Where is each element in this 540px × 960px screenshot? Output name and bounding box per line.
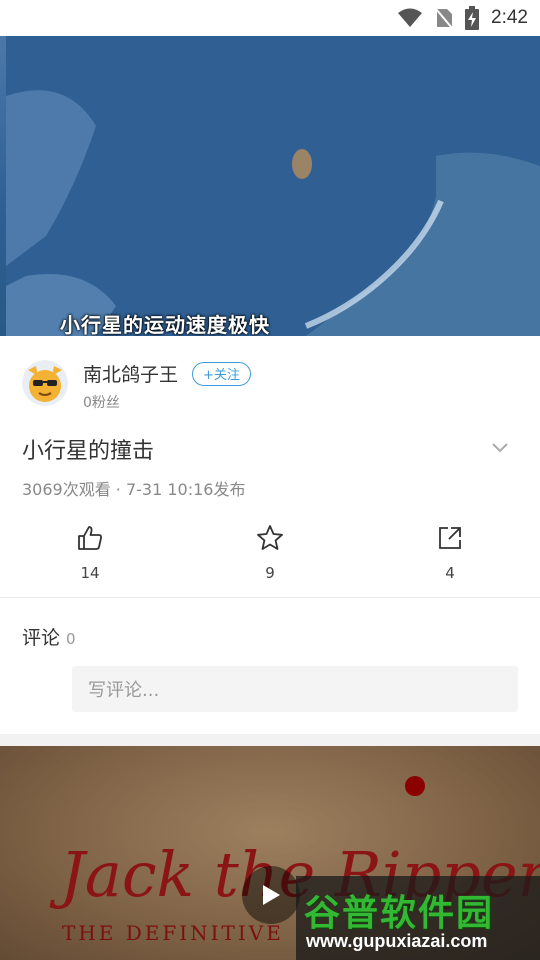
share-icon	[439, 527, 461, 549]
author-row: 南北鸽子王 +关注 0粉丝	[22, 360, 251, 412]
section-gap	[0, 734, 540, 746]
watermark-url: www.gupuxiazai.com	[306, 931, 488, 951]
play-button[interactable]	[242, 866, 300, 924]
video-subtitle: 小行星的运动速度极快	[60, 313, 270, 336]
video-title: 小行星的撞击	[22, 439, 155, 464]
battery-charging-icon	[465, 6, 480, 30]
author-name[interactable]: 南北鸽子王	[83, 360, 178, 387]
art-subtitle-text: THE DEFINITIVE	[62, 921, 284, 945]
avatar[interactable]	[22, 360, 68, 406]
favorite-button[interactable]: 9	[230, 518, 310, 582]
chevron-down-icon[interactable]	[490, 440, 510, 459]
divider	[0, 597, 540, 598]
comments-count: 0	[66, 630, 76, 648]
like-count: 14	[80, 564, 100, 582]
status-icons: 2:42	[397, 6, 528, 30]
video-meta: 3069次观看 · 7-31 10:16发布	[22, 480, 246, 499]
star-icon	[257, 525, 283, 550]
comments-header: 评论 0	[22, 623, 76, 650]
video-frame	[6, 36, 540, 336]
video-player[interactable]: 小行星的运动速度极快	[0, 36, 540, 336]
share-button[interactable]: 4	[410, 518, 490, 582]
like-button[interactable]: 14	[50, 518, 130, 582]
no-sim-icon	[435, 8, 453, 29]
play-icon	[263, 885, 280, 905]
watermark-brand: 谷普软件园	[304, 893, 495, 934]
author-name-row: 南北鸽子王 +关注	[83, 360, 251, 387]
thumbs-up-icon	[78, 526, 102, 550]
share-count: 4	[445, 564, 455, 582]
favorite-count: 9	[265, 564, 275, 582]
status-bar: 2:42	[0, 0, 540, 36]
author-info: 南北鸽子王 +关注 0粉丝	[83, 360, 251, 412]
comment-input[interactable]: 写评论...	[72, 666, 518, 712]
fans-count: 0粉丝	[83, 395, 120, 411]
action-bar: 14 9 4	[0, 518, 540, 598]
follow-button[interactable]: +关注	[192, 361, 251, 386]
comments-title: 评论	[22, 627, 61, 649]
status-time: 2:42	[491, 7, 528, 28]
watermark: 谷普软件园 www.gupuxiazai.com	[296, 876, 540, 960]
wifi-icon	[398, 8, 423, 27]
